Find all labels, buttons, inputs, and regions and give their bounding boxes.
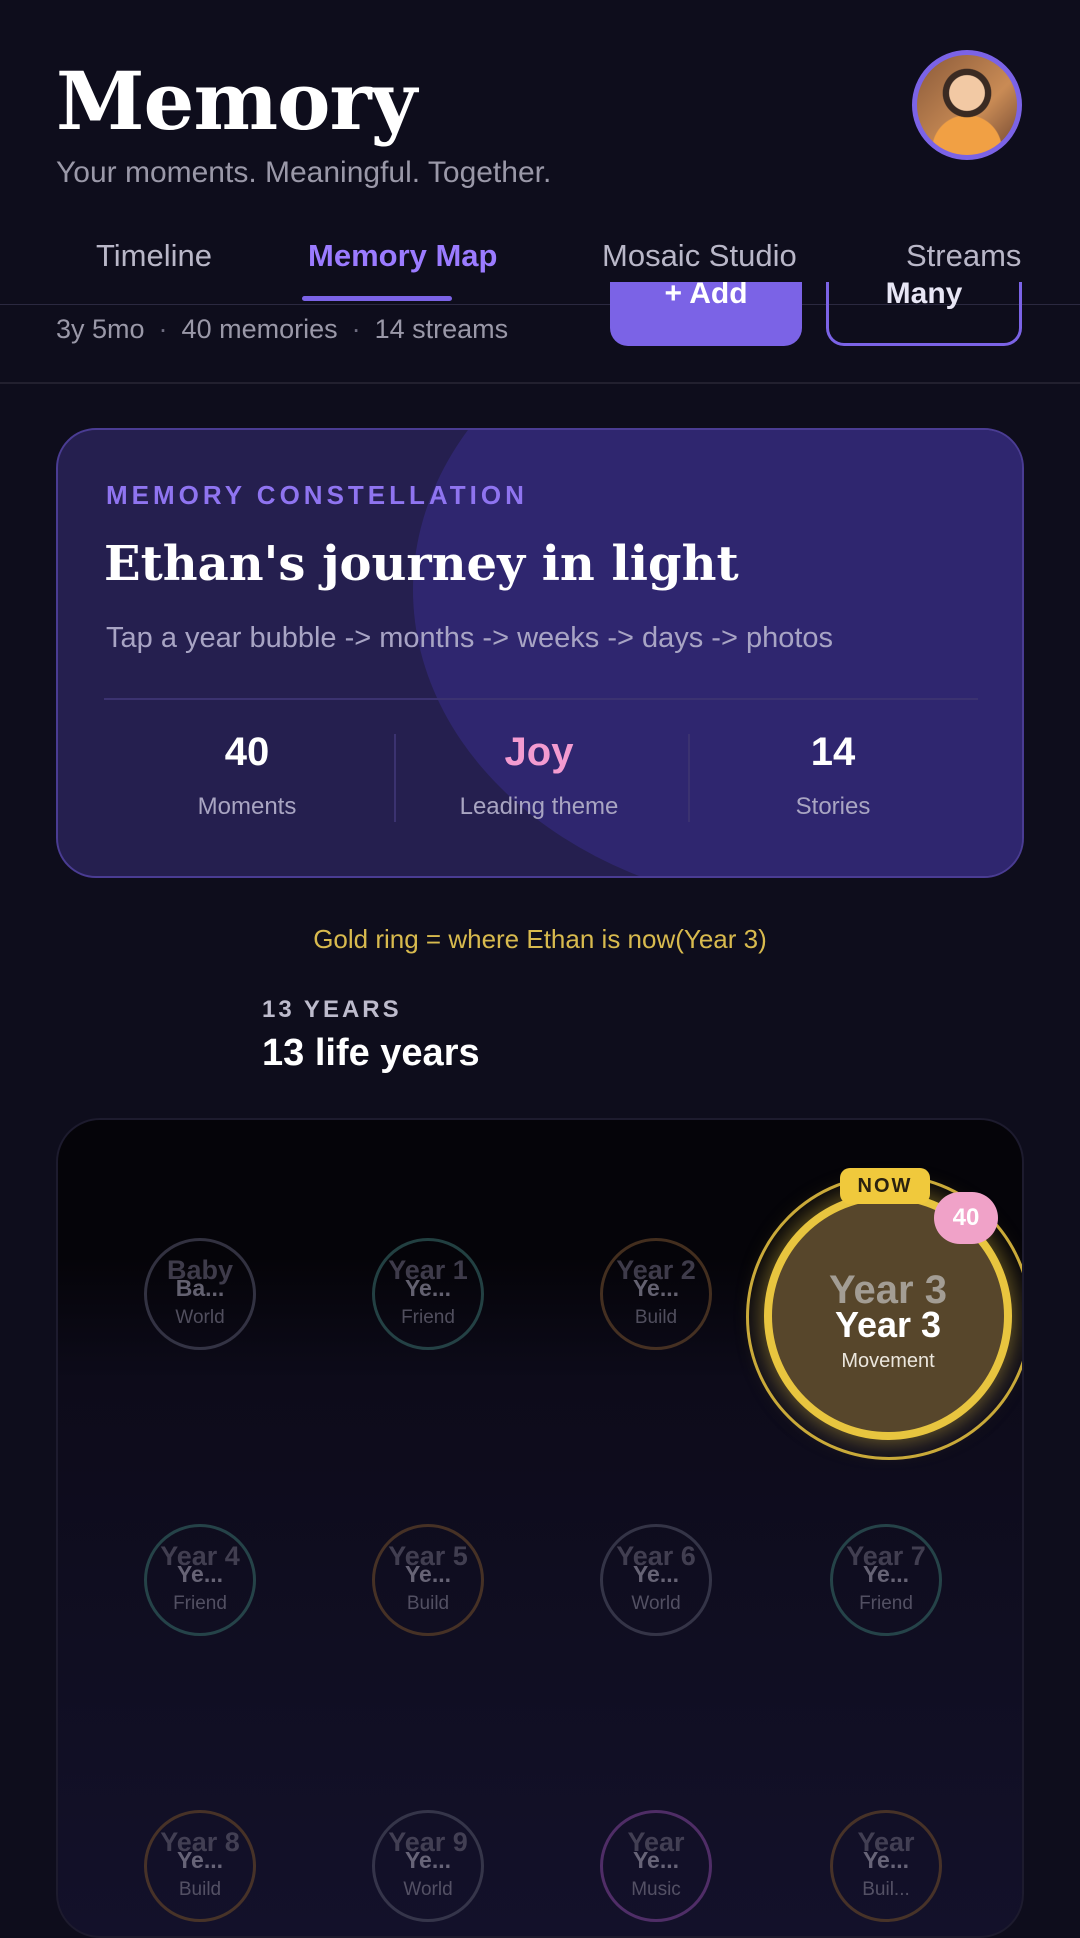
header-divider — [0, 382, 1080, 384]
year-bubble-5[interactable]: Year 5 Ye... Build — [372, 1524, 484, 1636]
separator-dot: · — [351, 314, 361, 344]
bubble-name: Ye... — [862, 1847, 910, 1873]
bubble-theme: Friend — [173, 1593, 227, 1614]
app-tagline: Your moments. Meaningful. Together. — [56, 156, 552, 189]
year-bubble-6[interactable]: Year 6 Ye... World — [600, 1524, 712, 1636]
year-bubble-7[interactable]: Year 7 Ye... Friend — [830, 1524, 942, 1636]
bubble-name: Ba... — [175, 1275, 225, 1301]
profile-avatar[interactable] — [912, 50, 1022, 160]
bubble-theme: Movement — [841, 1350, 935, 1372]
bubble-theme: Music — [631, 1879, 681, 1900]
stat-label: Stories — [795, 793, 871, 820]
years-section-label: 13 YEARS — [262, 996, 402, 1023]
stat-value: 40 — [224, 730, 270, 774]
bubble-name: Ye... — [632, 1275, 680, 1301]
bubble-name: Ye... — [862, 1561, 910, 1587]
separator-dot: · — [158, 314, 168, 344]
year-bubble-4[interactable]: Year 4 Ye... Friend — [144, 1524, 256, 1636]
bubble-theme: World — [403, 1879, 453, 1900]
year-bubbles-panel: Baby Ba... World Year 1 Ye... Friend Yea… — [56, 1118, 1024, 1938]
bubble-theme: Buil... — [862, 1879, 910, 1900]
stat-value: 14 — [810, 730, 856, 774]
tab-memory-map[interactable]: Memory Map — [308, 238, 497, 274]
tab-mosaic-studio[interactable]: Mosaic Studio — [602, 238, 797, 274]
bubble-name: Ye... — [404, 1847, 452, 1873]
bubble-name: Ye... — [632, 1561, 680, 1587]
year-bubble-8[interactable]: Year 8 Ye... Build — [144, 1810, 256, 1922]
age-text: 3y 5mo — [56, 314, 145, 344]
card-subtitle: Tap a year bubble -> months -> weeks -> … — [106, 622, 834, 654]
bubble-theme: World — [631, 1593, 681, 1614]
add-button[interactable]: + Add — [610, 282, 802, 346]
stat-value: Joy — [504, 730, 574, 774]
bubble-theme: Build — [178, 1879, 222, 1900]
constellation-card: MEMORY CONSTELLATION Ethan's journey in … — [56, 428, 1024, 878]
bubble-name: Ye... — [176, 1847, 224, 1873]
card-title: Ethan's journey in light — [104, 536, 739, 592]
bubble-name: Ye... — [176, 1561, 224, 1587]
bubble-name: Ye... — [404, 1275, 452, 1301]
card-label: MEMORY CONSTELLATION — [106, 480, 528, 510]
stat-label: Leading theme — [459, 793, 619, 820]
summary-stats: 3y 5mo · 40 memories · 14 streams — [56, 314, 508, 345]
year-bubble-10[interactable]: Year Ye... Music — [600, 1810, 712, 1922]
bubble-theme: Friend — [859, 1593, 913, 1614]
stat-leading-theme: Joy Leading theme — [394, 730, 684, 821]
bubble-theme: World — [175, 1307, 225, 1328]
year-bubble-1[interactable]: Year 1 Ye... Friend — [372, 1238, 484, 1350]
tab-timeline[interactable]: Timeline — [96, 238, 212, 274]
bubble-theme: Build — [406, 1593, 450, 1614]
memories-count: 40 memories — [181, 314, 338, 344]
app-title: Memory — [56, 54, 417, 148]
year-bubble-2[interactable]: Year 2 Ye... Build — [600, 1238, 712, 1350]
streams-count: 14 streams — [374, 314, 509, 344]
bubble-theme: Build — [634, 1307, 678, 1328]
stat-moments: 40 Moments — [102, 730, 392, 821]
stat-stories: 14 Stories — [688, 730, 978, 821]
year-bubble-baby[interactable]: Baby Ba... World — [144, 1238, 256, 1350]
gold-ring-hint: Gold ring = where Ethan is now(Year 3) — [313, 924, 767, 954]
bubble-name: Ye... — [404, 1561, 452, 1587]
many-button[interactable]: Many — [826, 282, 1022, 346]
memory-count-badge: 40 — [934, 1192, 998, 1244]
bubble-theme: Friend — [401, 1307, 455, 1328]
stat-label: Moments — [197, 793, 297, 820]
year-bubble-11[interactable]: Year Ye... Buil... — [830, 1810, 942, 1922]
now-badge: NOW — [840, 1168, 930, 1204]
card-divider — [104, 698, 978, 700]
bubble-name: Ye... — [632, 1847, 680, 1873]
tab-streams[interactable]: Streams — [906, 238, 1021, 274]
active-tab-indicator — [302, 296, 452, 301]
bubble-name: Year 3 — [834, 1304, 942, 1345]
years-section-title: 13 life years — [262, 1032, 480, 1074]
year-bubble-9[interactable]: Year 9 Ye... World — [372, 1810, 484, 1922]
